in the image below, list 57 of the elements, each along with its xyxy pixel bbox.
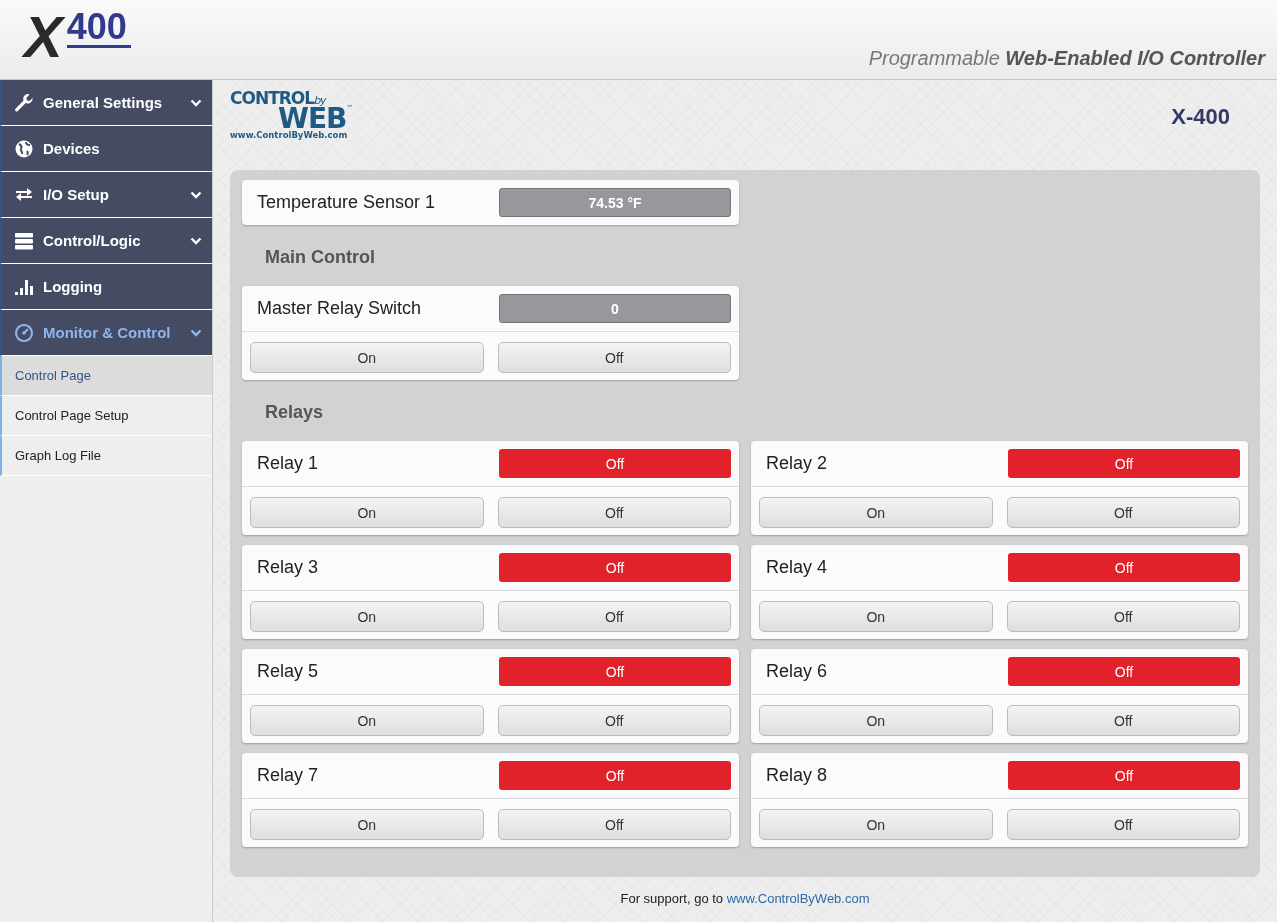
on-button[interactable]: On	[759, 497, 993, 528]
off-button[interactable]: Off	[497, 705, 731, 736]
off-button[interactable]: Off	[497, 809, 731, 840]
relay-state: Off	[1008, 553, 1240, 582]
submenu-item[interactable]: Graph Log File	[0, 436, 212, 476]
on-button[interactable]: On	[250, 601, 484, 632]
off-button[interactable]: Off	[1006, 601, 1240, 632]
relay-label: Relay 6	[766, 661, 828, 682]
relay-label: Relay 1	[257, 453, 319, 474]
off-button[interactable]: Off	[497, 497, 731, 528]
relay-state: Off	[1008, 449, 1240, 478]
nav-item[interactable]: General Settings	[0, 80, 212, 126]
off-button[interactable]: Off	[497, 601, 731, 632]
section-heading: Main Control	[264, 246, 376, 269]
relay-label: Relay 2	[766, 453, 828, 474]
on-button[interactable]: On	[759, 705, 993, 736]
tagline: Programmable Web-Enabled I/O Controller	[868, 47, 1265, 71]
off-button[interactable]: Off	[1006, 809, 1240, 840]
device-name: X-400	[1171, 104, 1230, 130]
submenu-item[interactable]: Control Page	[0, 356, 212, 396]
relay-label: Relay 3	[257, 557, 319, 578]
switch-value: 0	[499, 294, 731, 323]
globe-icon	[14, 138, 34, 159]
off-button[interactable]: Off	[1006, 497, 1240, 528]
submenu-item[interactable]: Control Page Setup	[0, 396, 212, 436]
on-button[interactable]: On	[250, 342, 484, 373]
server-icon	[14, 230, 34, 251]
relay-state: Off	[499, 449, 731, 478]
switch-label: Master Relay Switch	[257, 298, 422, 319]
on-button[interactable]: On	[250, 705, 484, 736]
gauge-icon	[14, 322, 34, 343]
relay-label: Relay 8	[766, 765, 828, 786]
support-text: For support, go to www.ControlByWeb.com	[619, 890, 871, 906]
nav-item[interactable]: I/O Setup	[0, 172, 212, 218]
on-button[interactable]: On	[250, 497, 484, 528]
relay-label: Relay 4	[766, 557, 828, 578]
nav-item[interactable]: Logging	[0, 264, 212, 310]
wrench-icon	[14, 92, 34, 113]
relay-label: Relay 5	[257, 661, 319, 682]
relay-state: Off	[499, 761, 731, 790]
sensor-value: 74.53 °F	[499, 188, 731, 217]
on-button[interactable]: On	[250, 809, 484, 840]
on-button[interactable]: On	[759, 601, 993, 632]
relay-label: Relay 7	[257, 765, 319, 786]
relay-state: Off	[1008, 761, 1240, 790]
on-button[interactable]: On	[759, 809, 993, 840]
relay-state: Off	[499, 657, 731, 686]
sensor-label: Temperature Sensor 1	[257, 192, 436, 213]
nav-item[interactable]: Devices	[0, 126, 212, 172]
nav-item[interactable]: Monitor & Control	[0, 310, 212, 356]
section-heading: Relays	[264, 401, 325, 424]
relay-state: Off	[499, 553, 731, 582]
support-link[interactable]: www.ControlByWeb.com	[726, 891, 870, 906]
nav-item[interactable]: Control/Logic	[0, 218, 212, 264]
off-button[interactable]: Off	[1006, 705, 1240, 736]
relay-state: Off	[1008, 657, 1240, 686]
off-button[interactable]: Off	[497, 342, 731, 373]
